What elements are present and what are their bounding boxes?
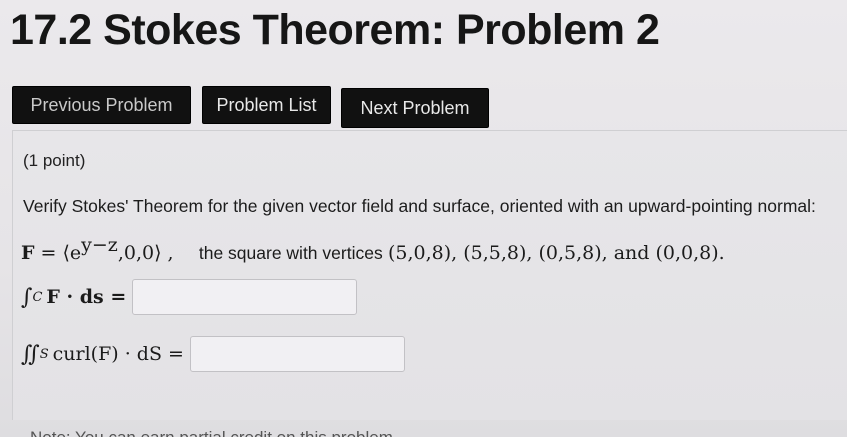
vector-field-line: F = ⟨ey−z,0,0⟩ , the square with vertice… bbox=[21, 234, 725, 265]
field-symbol: F bbox=[21, 242, 35, 264]
surface-integral-subscript: S bbox=[39, 346, 49, 362]
previous-problem-button[interactable]: Previous Problem bbox=[12, 86, 191, 124]
surface-vertices: (5,0,8), (5,5,8), (0,5,8), and (0,0,8). bbox=[387, 242, 725, 264]
problem-panel: (1 point) Verify Stokes' Theorem for the… bbox=[12, 130, 847, 420]
field-rest: ,0,0⟩ , bbox=[117, 242, 174, 264]
line-integral-body: F · ds = bbox=[46, 286, 127, 308]
partial-credit-note: Note: You can earn partial credit on thi… bbox=[30, 428, 398, 437]
line-integral-row: ∫ C F · ds = bbox=[21, 279, 358, 315]
surface-integral-row: ∬ S curl(F) · dS = bbox=[21, 336, 405, 372]
surface-integral-body: curl(F) · dS = bbox=[52, 343, 184, 365]
problem-statement: Verify Stokes' Theorem for the given vec… bbox=[23, 196, 816, 216]
page-title: 17.2 Stokes Theorem: Problem 2 bbox=[10, 6, 660, 54]
surface-integral-sign: ∬ bbox=[21, 341, 40, 367]
problem-list-button[interactable]: Problem List bbox=[202, 86, 331, 124]
line-integral-subscript: C bbox=[32, 289, 43, 305]
next-problem-button[interactable]: Next Problem bbox=[341, 88, 489, 128]
surface-integral-answer-input[interactable] bbox=[189, 336, 405, 372]
field-eq: = ⟨e bbox=[34, 242, 82, 264]
point-value: (1 point) bbox=[23, 151, 86, 170]
surface-description: the square with vertices bbox=[198, 243, 383, 263]
line-integral-sign: ∫ bbox=[21, 284, 33, 310]
field-exponent: y−z bbox=[81, 234, 118, 256]
line-integral-answer-input[interactable] bbox=[132, 279, 358, 315]
